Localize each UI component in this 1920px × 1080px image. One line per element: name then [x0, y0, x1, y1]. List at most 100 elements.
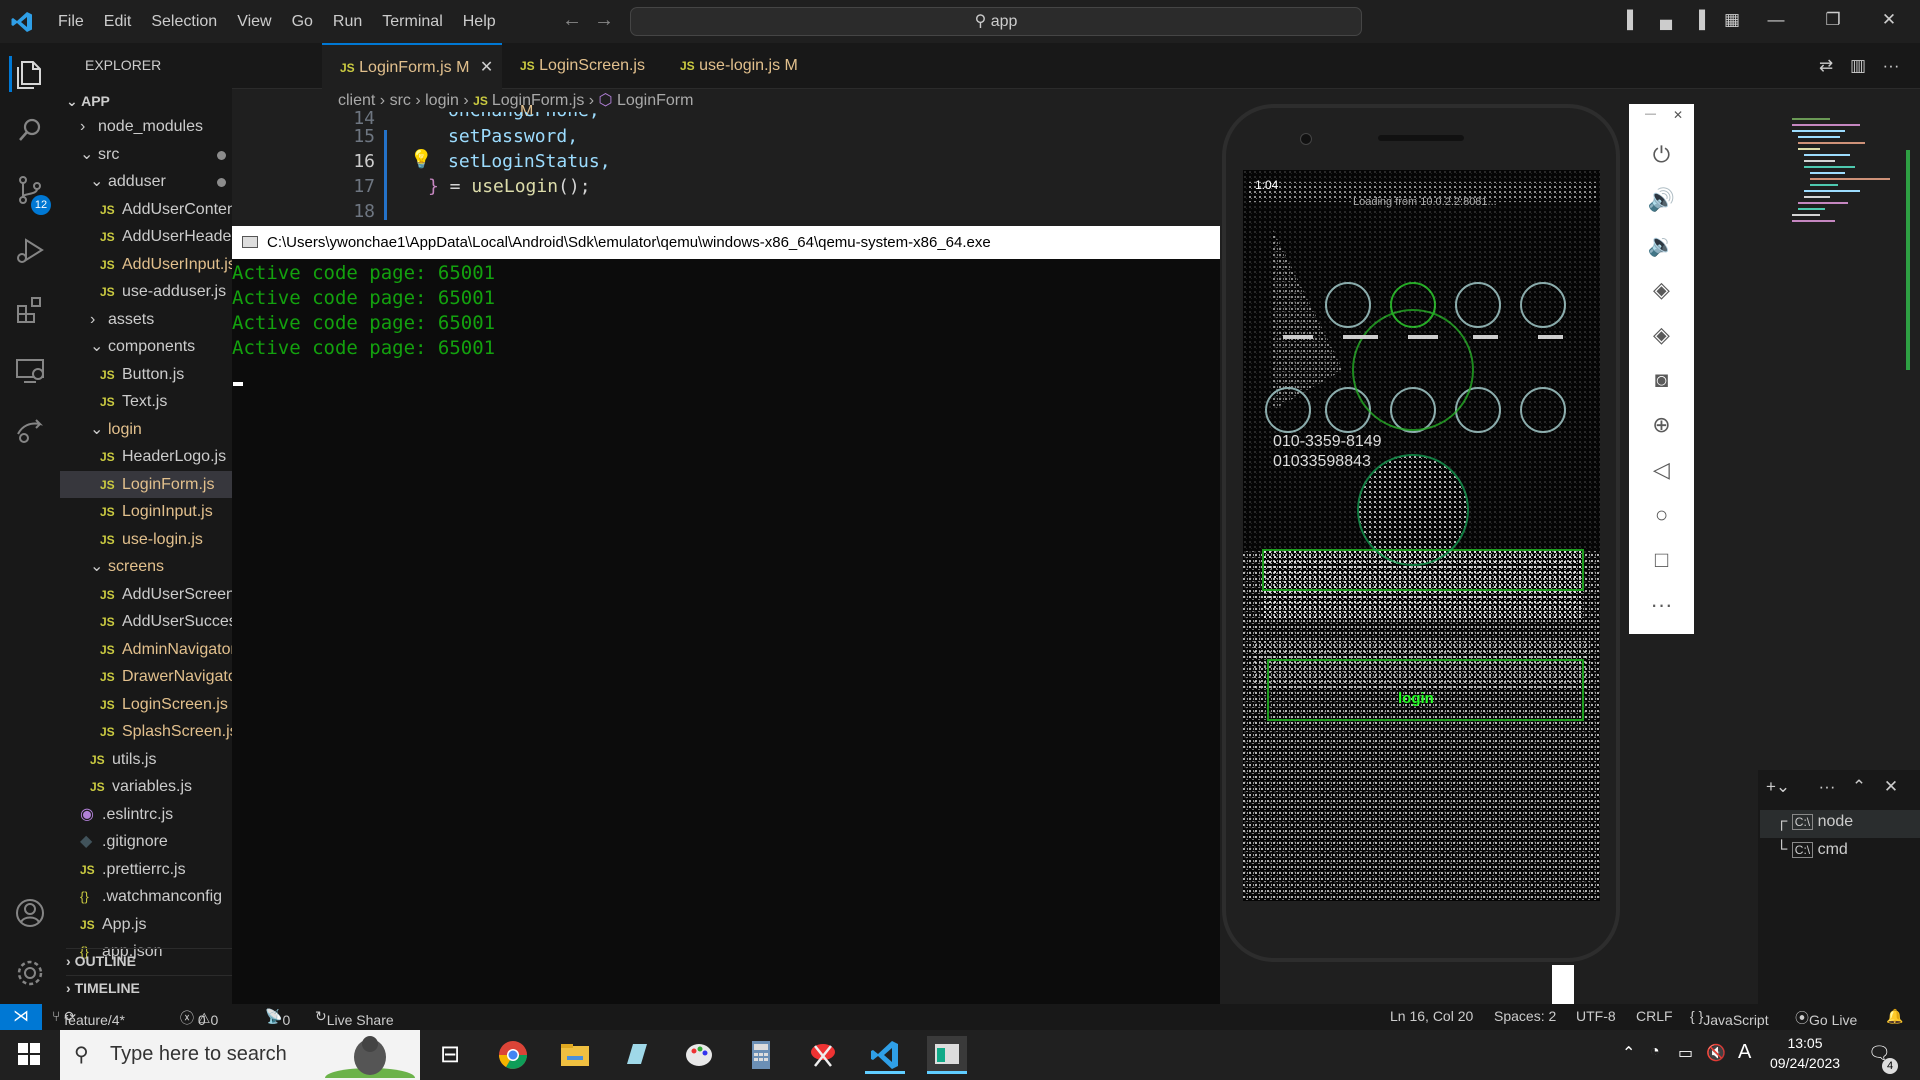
home-icon[interactable]: ○: [1629, 492, 1694, 537]
cursor-position[interactable]: Ln 16, Col 20: [1390, 1008, 1473, 1024]
breadcrumb-item[interactable]: LoginForm.js: [492, 92, 584, 109]
file-tree-item[interactable]: JS use-adduser.js: [60, 278, 232, 305]
menu-selection[interactable]: Selection: [151, 13, 217, 31]
file-tree-item[interactable]: › assets: [60, 306, 232, 333]
file-tree-item[interactable]: ⌄ components: [60, 333, 232, 360]
terminal-item-cmd[interactable]: └ C:\ cmd: [1776, 841, 1848, 859]
file-tree-item[interactable]: JS AddUserInput.js: [60, 251, 232, 278]
menu-help[interactable]: Help: [463, 13, 496, 31]
snipping-tool-icon[interactable]: [803, 1036, 843, 1074]
volume-muted-icon[interactable]: 🔇: [1706, 1043, 1726, 1063]
phone-login-text[interactable]: login: [1398, 690, 1434, 707]
close-window-icon[interactable]: ✕: [1878, 9, 1900, 31]
file-tree-item[interactable]: ◆ .gitignore: [60, 828, 232, 855]
close-tab-icon[interactable]: ✕: [480, 59, 493, 76]
menu-file[interactable]: File: [58, 13, 84, 31]
extensions-icon[interactable]: [12, 292, 48, 328]
console-title-bar[interactable]: C:\Users\ywonchae1\AppData\Local\Android…: [232, 226, 1220, 259]
file-tree-item[interactable]: JS LoginForm.js: [60, 470, 232, 498]
workspace-root[interactable]: ⌄ APP: [66, 93, 110, 110]
ports-status[interactable]: 📡 0: [265, 1008, 290, 1028]
problems-status[interactable]: ⓧ 0 ⚠ 0: [180, 1008, 218, 1028]
restore-window-icon[interactable]: ❐: [1822, 9, 1844, 31]
breadcrumb-item[interactable]: LoginForm: [617, 92, 693, 109]
customize-layout-icon[interactable]: ▦: [1721, 9, 1743, 31]
file-tree-item[interactable]: ⌄ src: [60, 141, 232, 168]
zoom-icon[interactable]: ⊕: [1629, 402, 1694, 447]
forward-arrow-icon[interactable]: →: [594, 9, 614, 32]
toggle-secondary-sidebar-icon[interactable]: ▐: [1688, 9, 1710, 31]
timeline-section[interactable]: › TIMELINE: [66, 975, 232, 996]
console-taskbar-icon[interactable]: [927, 1036, 967, 1074]
maximize-panel-icon[interactable]: ⌃: [1848, 776, 1870, 798]
menu-run[interactable]: Run: [333, 13, 362, 31]
taskbar-search-box[interactable]: ⚲ Type here to search: [60, 1030, 420, 1080]
indentation-status[interactable]: Spaces: 2: [1494, 1008, 1556, 1024]
split-editor-icon[interactable]: ▥: [1847, 55, 1869, 77]
rotate-right-icon[interactable]: ◈: [1629, 312, 1694, 357]
run-debug-icon[interactable]: [12, 232, 48, 268]
file-tree-item[interactable]: ◉ .eslintrc.js: [60, 801, 232, 828]
file-tree-item[interactable]: JS App.js: [60, 911, 232, 938]
code-line[interactable]: setLoginStatus,: [448, 151, 611, 172]
branch-status[interactable]: ⑂ feature/4* ⟳: [52, 1008, 125, 1028]
more-options-icon[interactable]: ···: [1629, 582, 1694, 627]
file-tree-item[interactable]: JS LoginInput.js: [60, 498, 232, 525]
settings-gear-icon[interactable]: [12, 955, 48, 991]
minimap[interactable]: [1790, 115, 1910, 245]
emulator-screen[interactable]: 1:04 Loading from 10.0.2.2:8081... 010-3…: [1243, 170, 1600, 901]
file-tree-item[interactable]: {} .watchmanconfig: [60, 883, 232, 910]
vscode-taskbar-icon[interactable]: [865, 1036, 905, 1074]
remote-indicator[interactable]: ⋊: [0, 1004, 42, 1030]
file-tree-item[interactable]: JS AddUserHeader.js: [60, 223, 232, 250]
back-icon[interactable]: ◁: [1629, 447, 1694, 492]
command-center-search[interactable]: ⚲ app: [630, 7, 1362, 36]
menu-edit[interactable]: Edit: [104, 13, 132, 31]
camera-icon[interactable]: ◙: [1629, 357, 1694, 402]
remote-explorer-icon[interactable]: [12, 352, 48, 388]
file-tree-item[interactable]: JS HeaderLogo.js: [60, 443, 232, 470]
language-status[interactable]: { } JavaScript: [1690, 1008, 1769, 1028]
file-tree-item[interactable]: JS AddUserSuccess.js: [60, 608, 232, 635]
explorer-icon[interactable]: [9, 56, 45, 92]
calculator-icon[interactable]: [741, 1036, 781, 1074]
rotate-left-icon[interactable]: ◈: [1629, 267, 1694, 312]
notifications-bell-icon[interactable]: 🔔: [1886, 1008, 1903, 1025]
tab-use-login-js[interactable]: JS use-login.js M: [662, 43, 832, 89]
eol-status[interactable]: CRLF: [1636, 1008, 1673, 1024]
terminal-more-icon[interactable]: ···: [1816, 776, 1838, 798]
close-panel-icon[interactable]: ✕: [1880, 776, 1902, 798]
paint-icon[interactable]: [679, 1036, 719, 1074]
file-tree-item[interactable]: ⌄ screens: [60, 553, 232, 580]
file-tree-item[interactable]: JS variables.js: [60, 773, 232, 800]
code-line[interactable]: } = useLogin();: [428, 176, 591, 197]
power-icon[interactable]: ⏻: [1629, 132, 1694, 177]
volume-up-icon[interactable]: 🔊: [1629, 177, 1694, 222]
menu-go[interactable]: Go: [292, 13, 313, 31]
search-icon[interactable]: [12, 113, 48, 149]
file-tree-item[interactable]: ⌄ adduser: [60, 168, 232, 195]
back-arrow-icon[interactable]: ←: [562, 9, 582, 32]
file-tree-item[interactable]: JS Text.js: [60, 388, 232, 415]
file-tree-item[interactable]: JS utils.js: [60, 746, 232, 773]
toggle-panel-icon[interactable]: ▄: [1655, 9, 1677, 31]
overview-icon[interactable]: □: [1629, 537, 1694, 582]
file-tree-item[interactable]: JS AddUserContent.js: [60, 196, 232, 223]
windows-start-icon[interactable]: [18, 1043, 40, 1065]
file-tree-item[interactable]: JS .prettierrc.js: [60, 856, 232, 883]
breadcrumb-item[interactable]: client: [338, 92, 375, 109]
code-line[interactable]: setPassword,: [448, 126, 578, 147]
file-tree-item[interactable]: JS LoginScreen.js: [60, 691, 232, 718]
file-explorer-icon[interactable]: [555, 1036, 595, 1074]
clock[interactable]: 13:05 09/24/2023: [1770, 1035, 1840, 1071]
live-share-icon[interactable]: [12, 412, 48, 448]
battery-icon[interactable]: ▭: [1678, 1043, 1693, 1063]
emulator-minimize-icon[interactable]: —: [1645, 108, 1656, 120]
accounts-icon[interactable]: [12, 895, 48, 931]
file-tree-item[interactable]: JS DrawerNavigator.js: [60, 663, 232, 690]
breadcrumb-item[interactable]: src: [390, 92, 411, 109]
tab-loginscreen-js[interactable]: JS LoginScreen.js M: [502, 43, 662, 120]
file-tree-item[interactable]: › node_modules: [60, 113, 232, 140]
minimize-window-icon[interactable]: —: [1765, 9, 1787, 31]
volume-down-icon[interactable]: 🔉: [1629, 222, 1694, 267]
